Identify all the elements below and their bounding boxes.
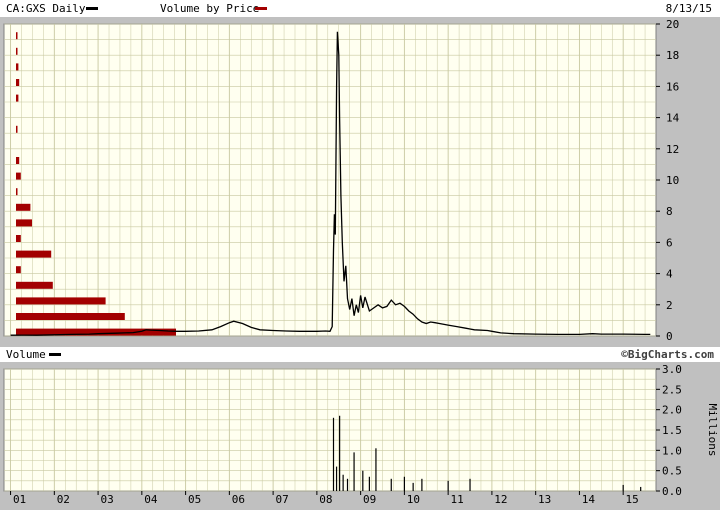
x-axis-tick-label: 08 xyxy=(319,493,332,506)
x-axis-tick-label: 06 xyxy=(232,493,245,506)
price-y-tick-label: 20 xyxy=(666,18,679,31)
vbp-bar xyxy=(16,157,20,164)
x-axis-tick-label: 04 xyxy=(144,493,158,506)
volume-panel: 0.0 0.5 1.0 1.5 2.0 2.5 3.0 Millions xyxy=(3,363,719,498)
vbp-label: Volume by Price xyxy=(160,2,259,15)
bigcharts-watermark: ©BigCharts.com xyxy=(621,348,714,361)
x-axis-tick-label: 10 xyxy=(407,493,420,506)
vbp-bar xyxy=(16,281,53,289)
header-strip xyxy=(0,0,720,17)
vbp-bar xyxy=(16,47,18,55)
volume-y-tick-label: 1.0 xyxy=(662,444,682,457)
vbp-bar xyxy=(16,63,19,71)
vbp-bar xyxy=(16,203,31,211)
vbp-bar xyxy=(16,266,21,274)
price-legend-swatch xyxy=(86,7,98,10)
x-axis-tick-label: 01 xyxy=(13,493,26,506)
vbp-bar xyxy=(16,219,32,227)
volume-y-tick-label: 3.0 xyxy=(662,363,682,376)
vbp-bar xyxy=(16,297,106,305)
symbol-label: CA:GXS Daily xyxy=(6,2,86,15)
volume-y-axis-label: Millions xyxy=(706,404,719,457)
price-y-tick-label: 16 xyxy=(666,80,679,93)
volume-header-strip xyxy=(0,347,720,362)
x-axis-tick-label: 09 xyxy=(363,493,376,506)
vbp-bar xyxy=(16,94,19,102)
vbp-bar xyxy=(16,79,20,86)
x-axis-tick-label: 02 xyxy=(57,493,70,506)
x-axis-tick-label: 03 xyxy=(100,493,113,506)
price-y-tick-label: 2 xyxy=(666,299,673,312)
price-y-tick-label: 0 xyxy=(666,330,673,343)
volume-legend-swatch xyxy=(49,353,61,356)
vbp-bar xyxy=(16,250,52,258)
volume-y-tick-label: 0.0 xyxy=(662,485,682,498)
x-axis-tick-label: 05 xyxy=(188,493,201,506)
volume-y-tick-label: 2.5 xyxy=(662,383,682,396)
price-y-tick-label: 12 xyxy=(666,143,679,156)
x-axis-tick-label: 15 xyxy=(626,493,639,506)
price-y-tick-label: 18 xyxy=(666,49,679,62)
x-axis-tick-label: 14 xyxy=(582,493,596,506)
volume-label: Volume xyxy=(6,348,46,361)
vbp-bar xyxy=(16,172,21,180)
bigcharts-chart: CA:GXS Daily Volume by Price 8/13/15 024… xyxy=(0,0,720,510)
chart-date: 8/13/15 xyxy=(666,2,712,15)
vbp-bar xyxy=(16,188,18,196)
vbp-bar xyxy=(16,125,18,133)
x-axis-tick-label: 11 xyxy=(451,493,464,506)
x-axis-tick-label: 07 xyxy=(275,493,288,506)
price-y-tick-label: 4 xyxy=(666,268,673,281)
price-panel: 0 2 4 6 8 10 12 14 16 18 20 xyxy=(3,18,680,343)
price-y-tick-label: 6 xyxy=(666,236,673,249)
price-y-tick-label: 10 xyxy=(666,174,679,187)
volume-y-tick-label: 0.5 xyxy=(662,465,682,478)
vbp-legend-swatch xyxy=(255,7,267,10)
volume-y-tick-label: 2.0 xyxy=(662,404,682,417)
price-y-tick-label: 8 xyxy=(666,205,673,218)
vbp-bar xyxy=(16,313,125,320)
x-axis-tick-label: 12 xyxy=(494,493,507,506)
x-axis-tick-label: 13 xyxy=(538,493,551,506)
price-y-tick-label: 14 xyxy=(666,112,680,125)
vbp-bar xyxy=(16,235,21,242)
vbp-bar xyxy=(16,32,18,40)
x-axis: 01 02 03 04 05 06 07 08 09 10 11 12 13 14 15 xyxy=(10,491,639,506)
volume-y-tick-label: 1.5 xyxy=(662,424,682,437)
price-grid xyxy=(4,23,656,337)
